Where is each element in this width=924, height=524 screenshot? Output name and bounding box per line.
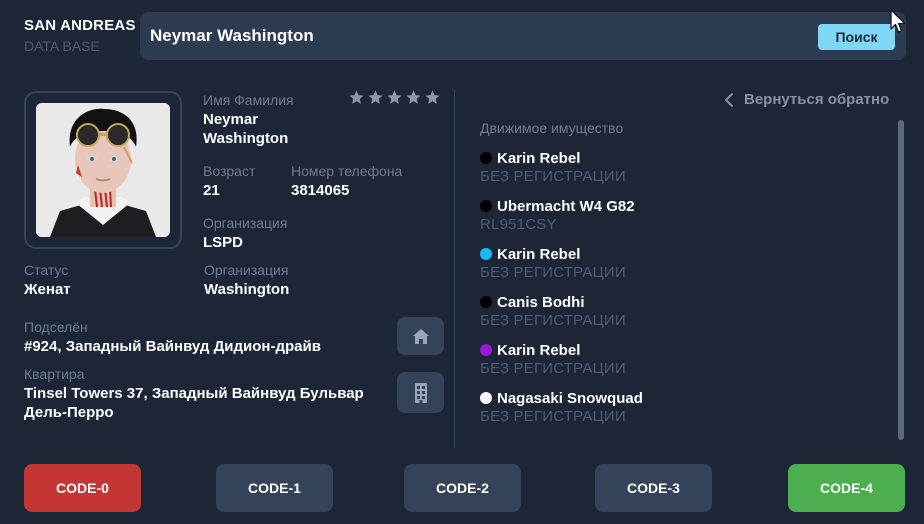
apartment-button[interactable] — [397, 372, 444, 413]
family-label: Организация — [204, 262, 289, 278]
avatar-frame — [24, 91, 182, 249]
code-1-button[interactable]: CODE-1 — [216, 464, 333, 512]
vehicle-plate: БЕЗ РЕГИСТРАЦИИ — [480, 408, 626, 425]
rating-stars — [348, 89, 441, 106]
apartment-label: Квартира — [24, 366, 85, 382]
back-button[interactable]: Вернуться обратно — [724, 91, 889, 108]
vehicle-name: Karin Rebel — [497, 149, 581, 167]
vehicle-plate: RL951CSY — [480, 216, 557, 233]
vehicle-color-dot — [480, 248, 492, 260]
vehicle-plate: БЕЗ РЕГИСТРАЦИИ — [480, 312, 626, 329]
mouse-cursor-icon — [890, 9, 906, 33]
organization-label: Организация — [203, 215, 288, 231]
vehicle-color-dot — [480, 392, 492, 404]
vehicle-plate: БЕЗ РЕГИСТРАЦИИ — [480, 168, 626, 185]
star-icon[interactable] — [348, 89, 365, 106]
family-value: Washington — [204, 281, 290, 298]
vehicle-plate: БЕЗ РЕГИСТРАЦИИ — [480, 264, 626, 281]
apartment-address-line2: Дель-Перро — [24, 404, 114, 421]
vehicle-name: Canis Bodhi — [497, 293, 585, 311]
chevron-left-icon — [725, 92, 733, 107]
vehicle-list: Karin Rebel БЕЗ РЕГИСТРАЦИИ Ubermacht W4 G… — [480, 149, 880, 437]
code-4-button[interactable]: CODE-4 — [788, 464, 905, 512]
settled-label: Подселён — [24, 319, 88, 335]
home-icon — [412, 328, 429, 344]
search-input[interactable] — [150, 20, 790, 52]
star-icon[interactable] — [424, 89, 441, 106]
age-label: Возраст — [203, 163, 256, 179]
age-value: 21 — [203, 182, 220, 199]
vehicle-color-dot — [480, 200, 492, 212]
scrollbar-thumb[interactable] — [898, 120, 904, 440]
name-first: Neymar — [203, 111, 259, 128]
vehicle-item[interactable]: Ubermacht W4 G82 RL951CSY — [480, 197, 880, 245]
organization-value: LSPD — [203, 234, 244, 251]
vehicle-name-row: Karin Rebel — [480, 245, 880, 263]
phone-label: Номер телефона — [291, 163, 403, 179]
building-icon — [414, 382, 427, 403]
code-0-button[interactable]: CODE-0 — [24, 464, 141, 512]
code-2-button[interactable]: CODE-2 — [404, 464, 521, 512]
vehicle-item[interactable]: Nagasaki Snowquad БЕЗ РЕГИСТРАЦИИ — [480, 389, 880, 437]
vehicle-color-dot — [480, 344, 492, 356]
name-label: Имя Фамилия — [203, 92, 294, 108]
vehicle-item[interactable]: Karin Rebel БЕЗ РЕГИСТРАЦИИ — [480, 341, 880, 389]
star-icon[interactable] — [386, 89, 403, 106]
vehicle-name-row: Karin Rebel — [480, 149, 880, 167]
house-button[interactable] — [397, 317, 444, 355]
vehicle-name: Ubermacht W4 G82 — [497, 197, 635, 215]
star-icon[interactable] — [367, 89, 384, 106]
vehicle-name-row: Ubermacht W4 G82 — [480, 197, 880, 215]
avatar — [36, 103, 170, 237]
vehicle-name-row: Karin Rebel — [480, 341, 880, 359]
vehicle-name: Karin Rebel — [497, 245, 581, 263]
vehicles-header: Движимое имущество — [480, 120, 624, 136]
vehicle-item[interactable]: Karin Rebel БЕЗ РЕГИСТРАЦИИ — [480, 245, 880, 293]
search-button[interactable]: Поиск — [818, 24, 895, 50]
brand-title: SAN ANDREAS — [24, 17, 136, 34]
back-label: Вернуться обратно — [744, 91, 890, 108]
apartment-address-line1: Tinsel Towers 37, Западный Вайнвуд Бульв… — [24, 385, 364, 402]
vehicle-name: Karin Rebel — [497, 341, 581, 359]
vehicle-name-row: Canis Bodhi — [480, 293, 880, 311]
status-label: Статус — [24, 262, 69, 278]
status-value: Женат — [24, 281, 71, 298]
search-bar: Поиск — [140, 12, 906, 60]
vehicle-color-dot — [480, 296, 492, 308]
vehicle-plate: БЕЗ РЕГИСТРАЦИИ — [480, 360, 626, 377]
vehicle-name: Nagasaki Snowquad — [497, 389, 643, 407]
vehicle-item[interactable]: Canis Bodhi БЕЗ РЕГИСТРАЦИИ — [480, 293, 880, 341]
vehicle-item[interactable]: Karin Rebel БЕЗ РЕГИСТРАЦИИ — [480, 149, 880, 197]
phone-value: 3814065 — [291, 182, 350, 199]
vehicle-scrollbar[interactable] — [898, 120, 904, 440]
star-icon[interactable] — [405, 89, 422, 106]
settled-address: #924, Западный Вайнвуд Дидион-драйв — [24, 338, 321, 355]
name-last: Washington — [203, 130, 289, 147]
panel-divider — [454, 90, 455, 448]
database-window: SAN ANDREAS DATA BASE Поиск — [0, 0, 924, 524]
vehicle-color-dot — [480, 152, 492, 164]
brand-subtitle: DATA BASE — [24, 38, 100, 54]
code-3-button[interactable]: CODE-3 — [595, 464, 712, 512]
vehicle-name-row: Nagasaki Snowquad — [480, 389, 880, 407]
brand: SAN ANDREAS DATA BASE — [24, 17, 136, 54]
